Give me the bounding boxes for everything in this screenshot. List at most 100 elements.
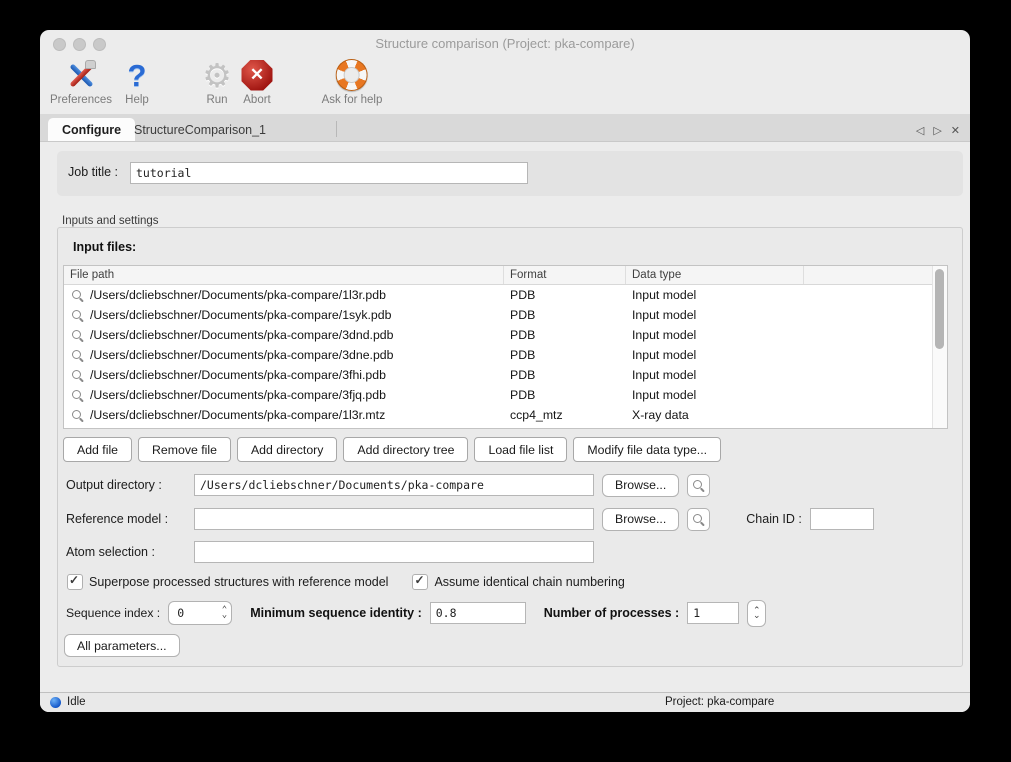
lifebuoy-icon (336, 59, 368, 91)
column-header-format[interactable]: Format (504, 266, 626, 284)
magnifier-icon[interactable] (64, 389, 90, 402)
column-header-data-type[interactable]: Data type (626, 266, 804, 284)
atom-selection-input[interactable] (194, 541, 594, 563)
format-cell: PDB (504, 368, 626, 382)
stepper-arrows-icon: ⌃⌄ (753, 608, 761, 618)
window-title: Structure comparison (Project: pka-compa… (40, 36, 970, 51)
job-title-label: Job title : (68, 165, 118, 179)
magnifier-icon[interactable] (64, 329, 90, 342)
input-files-label: Input files: (73, 240, 136, 254)
num-processes-stepper[interactable]: ⌃⌄ (747, 600, 766, 627)
reference-model-view-button[interactable] (687, 508, 710, 531)
format-cell: PDB (504, 308, 626, 322)
file-path-cell: /Users/dcliebschner/Documents/pka-compar… (90, 368, 504, 382)
atom-selection-row: Atom selection : (66, 540, 594, 564)
file-path-cell: /Users/dcliebschner/Documents/pka-compar… (90, 308, 504, 322)
sequence-index-value: 0 (177, 606, 184, 620)
table-row[interactable]: /Users/dcliebschner/Documents/pka-compar… (64, 385, 947, 405)
job-title-panel: Job title : (57, 151, 963, 196)
min-seq-identity-input[interactable] (430, 602, 526, 624)
data-type-cell: Input model (626, 348, 804, 362)
job-title-input[interactable] (130, 162, 528, 184)
inputs-settings-group: Input files: File path Format Data type … (57, 227, 963, 667)
help-button[interactable]: ? Help (125, 57, 149, 106)
remove-file-button[interactable]: Remove file (138, 437, 231, 462)
table-scrollbar[interactable] (932, 266, 947, 428)
num-processes-input[interactable] (687, 602, 739, 624)
num-processes-label: Number of processes : (544, 606, 679, 620)
help-label: Help (125, 94, 149, 106)
tab-structurecomparison-1[interactable]: StructureComparison_1 (120, 118, 280, 141)
file-path-cell: /Users/dcliebschner/Documents/pka-compar… (90, 328, 504, 342)
add-file-button[interactable]: Add file (63, 437, 132, 462)
configure-panel: Job title : Inputs and settings Input fi… (40, 142, 970, 697)
run-label: Run (202, 94, 232, 106)
atom-selection-label: Atom selection : (66, 545, 194, 559)
tab-close-icon[interactable]: ✕ (951, 124, 960, 137)
table-row[interactable]: /Users/dcliebschner/Documents/pka-compar… (64, 325, 947, 345)
run-button[interactable]: ⚙ Run (202, 57, 232, 106)
data-type-cell: X-ray data (626, 408, 804, 422)
magnifier-icon[interactable] (64, 289, 90, 302)
tab-bar: Configure StructureComparison_1 ◁ ▷ ✕ (40, 114, 970, 142)
title-bar: Structure comparison (Project: pka-compa… (40, 30, 970, 57)
format-cell: ccp4_mtz (504, 408, 626, 422)
scrollbar-thumb[interactable] (935, 269, 944, 349)
magnifier-icon[interactable] (64, 349, 90, 362)
tools-icon (64, 58, 98, 92)
chain-id-input[interactable] (810, 508, 874, 530)
assume-chain-numbering-checkbox[interactable]: Assume identical chain numbering (412, 574, 624, 590)
output-directory-view-button[interactable] (687, 474, 710, 497)
all-parameters-button[interactable]: All parameters... (64, 634, 180, 657)
group-label: Inputs and settings (62, 215, 159, 227)
data-type-cell: Input model (626, 308, 804, 322)
output-directory-row: Output directory : Browse... (66, 473, 710, 497)
reference-model-row: Reference model : Browse... Chain ID : (66, 507, 874, 531)
file-path-cell: /Users/dcliebschner/Documents/pka-compar… (90, 348, 504, 362)
add-directory-button[interactable]: Add directory (237, 437, 337, 462)
column-header-file-path[interactable]: File path (64, 266, 504, 284)
abort-button[interactable]: ✕ Abort (242, 57, 273, 106)
table-row[interactable]: /Users/dcliebschner/Documents/pka-compar… (64, 345, 947, 365)
parameters-row: Sequence index : 0 ⌃⌄ Minimum sequence i… (66, 600, 766, 626)
magnifier-icon[interactable] (64, 369, 90, 382)
magnifier-icon (692, 479, 705, 492)
format-cell: PDB (504, 348, 626, 362)
input-files-table: File path Format Data type /Users/dclieb… (63, 265, 948, 429)
chain-id-label: Chain ID : (746, 512, 802, 526)
reference-model-input[interactable] (194, 508, 594, 530)
magnifier-icon[interactable] (64, 409, 90, 422)
superpose-checkbox[interactable]: Superpose processed structures with refe… (67, 574, 388, 590)
checkbox-checked-icon (412, 574, 428, 590)
preferences-button[interactable]: Preferences (50, 57, 112, 106)
output-directory-input[interactable] (194, 474, 594, 496)
table-row[interactable]: /Users/dcliebschner/Documents/pka-compar… (64, 405, 947, 425)
table-row[interactable]: /Users/dcliebschner/Documents/pka-compar… (64, 305, 947, 325)
stepper-arrows-icon[interactable]: ⌃⌄ (222, 608, 227, 618)
toolbar: Preferences ? Help ⚙ Run ✕ Abort Ask for… (40, 57, 970, 114)
output-directory-label: Output directory : (66, 478, 194, 492)
table-row[interactable]: /Users/dcliebschner/Documents/pka-compar… (64, 285, 947, 305)
format-cell: PDB (504, 328, 626, 342)
file-path-cell: /Users/dcliebschner/Documents/pka-compar… (90, 408, 504, 422)
superpose-checkbox-label: Superpose processed structures with refe… (89, 575, 388, 589)
magnifier-icon (692, 513, 705, 526)
reference-model-browse-button[interactable]: Browse... (602, 508, 679, 531)
abort-stop-icon: ✕ (242, 60, 273, 91)
output-directory-browse-button[interactable]: Browse... (602, 474, 679, 497)
magnifier-icon[interactable] (64, 309, 90, 322)
modify-file-data-type-button[interactable]: Modify file data type... (573, 437, 721, 462)
table-header: File path Format Data type (64, 266, 947, 285)
tab-scroll-right-icon[interactable]: ▷ (933, 124, 941, 137)
load-file-list-button[interactable]: Load file list (474, 437, 567, 462)
add-directory-tree-button[interactable]: Add directory tree (343, 437, 468, 462)
sequence-index-spinner[interactable]: 0 ⌃⌄ (168, 601, 232, 625)
table-row[interactable]: /Users/dcliebschner/Documents/pka-compar… (64, 365, 947, 385)
tab-scroll-left-icon[interactable]: ◁ (916, 124, 924, 137)
ask-for-help-button[interactable]: Ask for help (322, 57, 383, 106)
reference-model-label: Reference model : (66, 512, 194, 526)
checkbox-row: Superpose processed structures with refe… (67, 574, 625, 590)
file-path-cell: /Users/dcliebschner/Documents/pka-compar… (90, 388, 504, 402)
data-type-cell: Input model (626, 328, 804, 342)
file-table-body: /Users/dcliebschner/Documents/pka-compar… (64, 285, 947, 425)
